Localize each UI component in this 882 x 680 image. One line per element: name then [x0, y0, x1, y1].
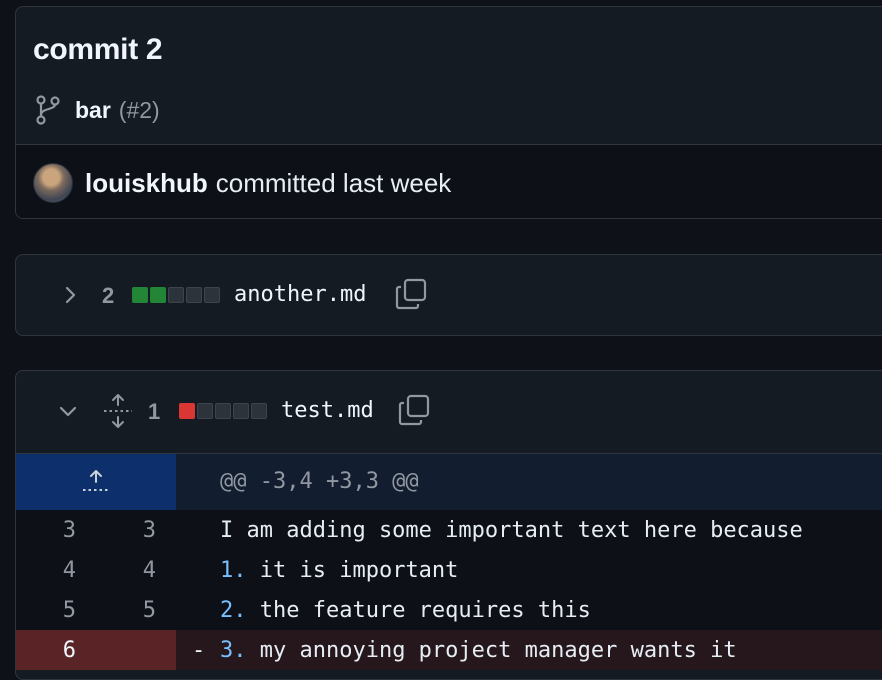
diffstat — [132, 287, 220, 303]
commit-header-card: commit 2 bar (#2) louiskhub committed la… — [15, 6, 882, 219]
old-line-number[interactable]: 3 — [36, 518, 76, 543]
hunk-header-row: @@ -3,4 +3,3 @@ — [16, 454, 882, 510]
diffstat — [179, 403, 267, 419]
diffstat-neutral — [168, 287, 184, 303]
code-line: 2. the feature requires this — [220, 598, 591, 623]
author-link[interactable]: louiskhub — [85, 168, 208, 199]
diffstat-neutral — [251, 403, 267, 419]
change-count: 2 — [102, 283, 115, 308]
expand-vertical-icon[interactable] — [102, 393, 134, 429]
diff-line: 3 3 I am adding some important text here… — [16, 510, 882, 550]
diff-table: @@ -3,4 +3,3 @@ 3 3 I am adding some imp… — [16, 453, 882, 679]
branch-row: bar (#2) — [35, 95, 160, 125]
old-line-number[interactable]: 4 — [36, 558, 76, 583]
new-line-number[interactable]: 4 — [116, 558, 156, 583]
diffstat-add — [150, 287, 166, 303]
new-line-number[interactable]: 3 — [116, 518, 156, 543]
branch-link[interactable]: bar — [75, 97, 111, 124]
code-text: my annoying project manager wants it — [246, 638, 737, 663]
hunk-header: @@ -3,4 +3,3 @@ — [220, 469, 419, 494]
list-marker: 1. — [220, 558, 247, 583]
change-count: 1 — [148, 399, 161, 424]
diffstat-neutral — [215, 403, 231, 419]
diffstat-neutral — [186, 287, 202, 303]
copy-icon[interactable] — [397, 393, 431, 427]
file-name[interactable]: test.md — [281, 398, 374, 423]
commit-title: commit 2 — [33, 33, 163, 66]
new-line-number[interactable]: 5 — [116, 598, 156, 623]
old-line-number[interactable]: 5 — [36, 598, 76, 623]
code-text: I am adding some important text here bec… — [220, 518, 803, 543]
chevron-right-icon[interactable] — [60, 285, 80, 305]
author-area: louiskhub committed last week — [16, 145, 882, 218]
chevron-down-icon[interactable] — [58, 401, 78, 421]
copy-icon[interactable] — [394, 277, 428, 311]
diff-line-deleted: 6 - 3. my annoying project manager wants… — [16, 630, 882, 670]
avatar[interactable] — [33, 163, 73, 203]
file-header[interactable]: 2 another.md — [16, 255, 882, 335]
expand-up-button[interactable] — [16, 454, 176, 510]
file-header[interactable]: 1 test.md — [16, 371, 882, 451]
code-line: I am adding some important text here bec… — [220, 518, 803, 543]
diff-line: 5 5 2. the feature requires this — [16, 590, 882, 630]
expand-up-icon — [83, 470, 109, 491]
commit-time: committed last week — [215, 167, 452, 198]
file-name[interactable]: another.md — [234, 282, 366, 307]
file-card-test-md: 1 test.md @@ -3,4 +3,3 @@ 3 3 I am addin… — [15, 370, 882, 680]
code-text: the feature requires this — [246, 598, 591, 623]
file-card-another-md: 2 another.md — [15, 254, 882, 336]
diffstat-delete — [179, 403, 195, 419]
author-row: louiskhub committed last week — [33, 163, 451, 203]
code-line: 3. my annoying project manager wants it — [220, 638, 737, 663]
pull-request-ref[interactable]: (#2) — [119, 97, 160, 124]
list-marker: 3. — [220, 638, 247, 663]
code-text: it is important — [246, 558, 459, 583]
list-marker: 2. — [220, 598, 247, 623]
deletion-sign: - — [192, 638, 206, 663]
diffstat-add — [132, 287, 148, 303]
diffstat-neutral — [233, 403, 249, 419]
old-line-number[interactable]: 6 — [36, 638, 76, 663]
git-branch-icon — [35, 95, 61, 125]
diff-line: 4 4 1. it is important — [16, 550, 882, 590]
diffstat-neutral — [197, 403, 213, 419]
diffstat-neutral — [204, 287, 220, 303]
code-line: 1. it is important — [220, 558, 458, 583]
